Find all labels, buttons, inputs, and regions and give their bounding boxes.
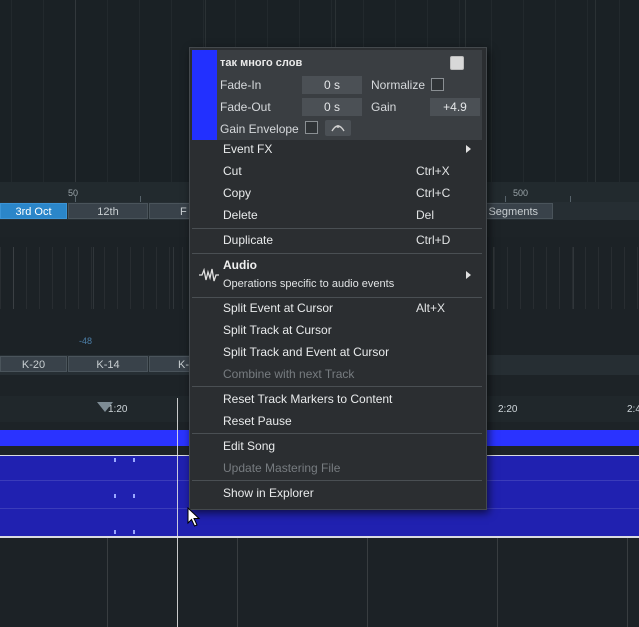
mouse-pointer-icon <box>187 507 201 527</box>
audio-submenu-title: Audio <box>223 258 257 272</box>
ruler-mark: 50 <box>68 188 79 198</box>
menu-item-label: Split Track and Event at Cursor <box>223 345 390 359</box>
submenu-arrow-icon <box>466 271 471 279</box>
menu-separator <box>192 386 482 387</box>
audio-waveform-icon <box>199 268 219 282</box>
menu-item-combine: Combine with next Track <box>190 363 484 385</box>
gain-envelope-checkbox[interactable] <box>305 121 318 134</box>
menu-item-split-track[interactable]: Split Track at Cursor <box>190 319 484 341</box>
fade-out-field[interactable]: 0 s <box>302 98 362 116</box>
loop-marker-icon[interactable] <box>97 402 113 412</box>
menu-item-label: Duplicate <box>223 233 274 247</box>
menu-item-label: Split Event at Cursor <box>223 301 334 315</box>
menu-item-label: Delete <box>223 208 258 222</box>
menu-item-delete[interactable]: Delete Del <box>190 204 484 226</box>
audio-submenu-description: Operations specific to audio events <box>223 278 395 290</box>
menu-item-label: Reset Pause <box>223 414 292 428</box>
event-context-menu: так много слов Fade-In 0 s Normalize Fad… <box>189 47 487 510</box>
fade-out-label: Fade-Out <box>220 100 271 114</box>
menu-item-update-mastering: Update Mastering File <box>190 457 484 479</box>
menu-item-cut[interactable]: Cut Ctrl+X <box>190 160 484 182</box>
date-pill[interactable]: 12th <box>68 203 148 219</box>
shortcut-label: Alt+X <box>416 301 446 315</box>
meter-pill[interactable]: K-20 <box>0 356 67 372</box>
menu-separator <box>192 253 482 254</box>
envelope-curve-button[interactable] <box>325 120 351 136</box>
gain-field[interactable]: +4.9 <box>430 98 480 116</box>
menu-item-edit-song[interactable]: Edit Song <box>190 435 484 457</box>
menu-item-reset-markers[interactable]: Reset Track Markers to Content <box>190 388 484 410</box>
menu-item-label: Combine with next Track <box>223 367 355 381</box>
menu-item-reset-pause[interactable]: Reset Pause <box>190 410 484 432</box>
date-pill[interactable]: 3rd Oct <box>0 203 67 219</box>
menu-item-duplicate[interactable]: Duplicate Ctrl+D <box>190 229 484 251</box>
menu-separator <box>192 480 482 481</box>
fade-in-label: Fade-In <box>220 78 262 92</box>
fade-in-field[interactable]: 0 s <box>302 76 362 94</box>
menu-item-label: Show in Explorer <box>223 486 314 500</box>
normalize-label: Normalize <box>371 78 426 92</box>
event-color-swatch[interactable] <box>192 50 217 140</box>
shortcut-label: Del <box>416 208 435 222</box>
meter-db-label: -48 <box>79 336 93 346</box>
gain-envelope-label: Gain Envelope <box>220 122 299 136</box>
menu-item-label: Update Mastering File <box>223 461 341 475</box>
menu-item-event-fx[interactable]: Event FX <box>190 138 484 160</box>
event-info-panel: так много слов Fade-In 0 s Normalize Fad… <box>192 50 482 140</box>
menu-item-copy[interactable]: Copy Ctrl+C <box>190 182 484 204</box>
menu-item-label: Copy <box>223 186 252 200</box>
ruler-mark: 500 <box>513 188 529 198</box>
meter-pill[interactable]: K-14 <box>68 356 148 372</box>
event-name: так много слов <box>220 57 303 69</box>
submenu-arrow-icon <box>466 145 471 153</box>
lower-track-grid <box>0 538 639 627</box>
menu-item-label: Cut <box>223 164 242 178</box>
playback-cursor <box>177 398 178 627</box>
timeline-label: 2:20 <box>498 404 518 415</box>
shortcut-label: Ctrl+C <box>416 186 451 200</box>
timeline-label: 2:4 <box>627 404 639 415</box>
menu-item-label: Event FX <box>223 142 273 156</box>
menu-item-split-track-event[interactable]: Split Track and Event at Cursor <box>190 341 484 363</box>
menu-item-label: Edit Song <box>223 439 276 453</box>
menu-item-label: Split Track at Cursor <box>223 323 332 337</box>
shortcut-label: Ctrl+D <box>416 233 451 247</box>
menu-item-show-in-explorer[interactable]: Show in Explorer <box>190 482 484 504</box>
shortcut-label: Ctrl+X <box>416 164 450 178</box>
normalize-checkbox[interactable] <box>431 78 444 91</box>
gain-label: Gain <box>371 100 397 114</box>
menu-item-split-event[interactable]: Split Event at Cursor Alt+X <box>190 297 484 319</box>
menu-item-label: Reset Track Markers to Content <box>223 392 393 406</box>
event-mute-checkbox[interactable] <box>450 56 464 70</box>
envelope-curve-icon <box>331 125 345 132</box>
menu-separator <box>192 433 482 434</box>
